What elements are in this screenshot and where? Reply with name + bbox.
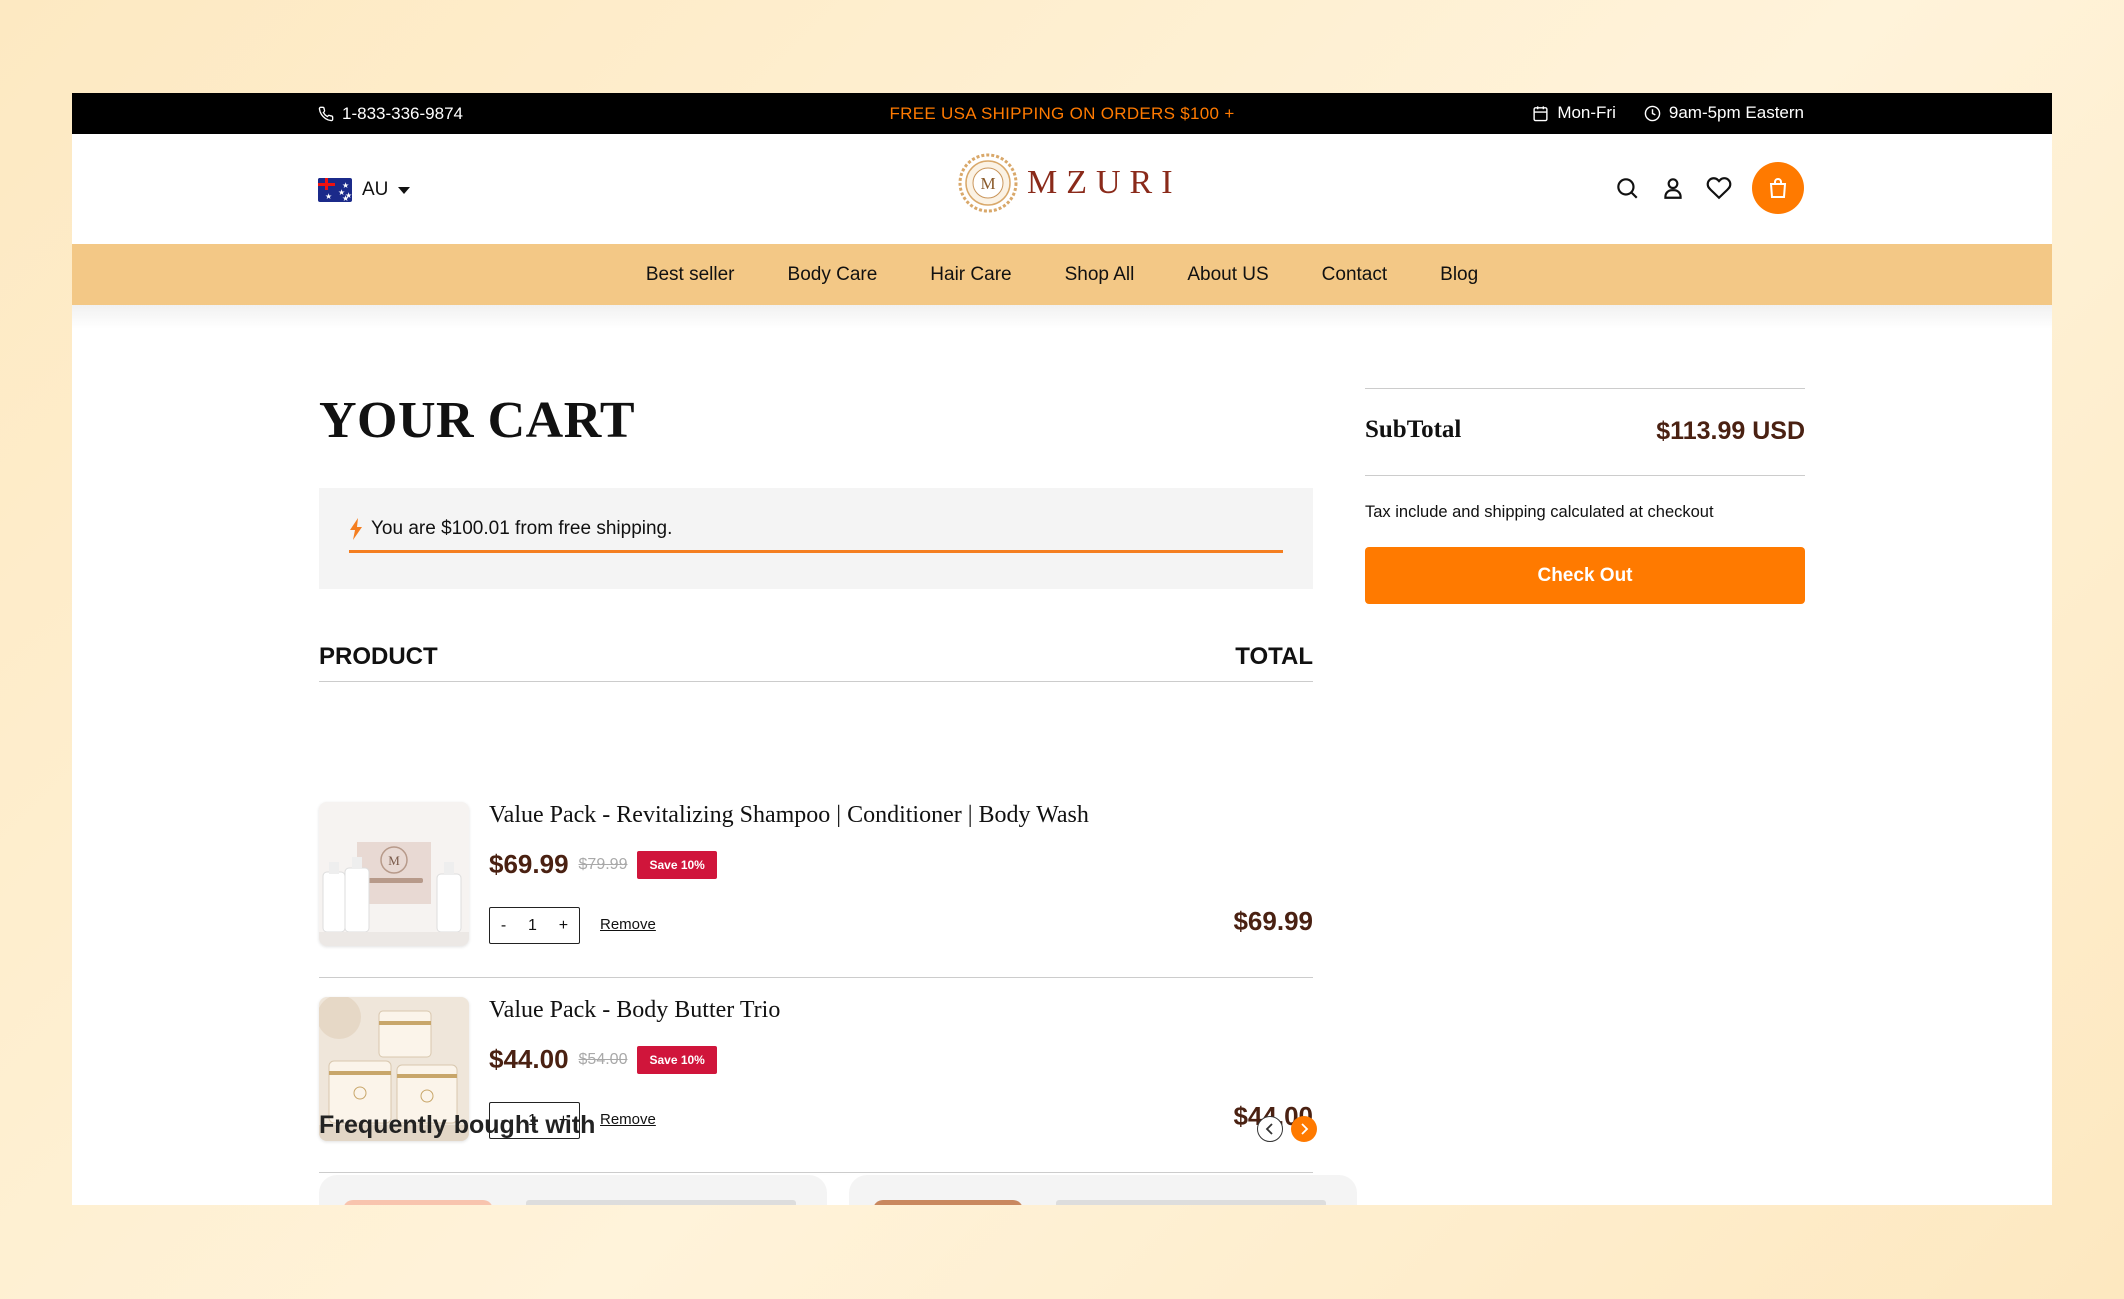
quantity-value[interactable]: 1 [528, 917, 537, 935]
svg-text:M: M [980, 174, 995, 193]
recommendation-card[interactable] [319, 1175, 827, 1205]
subtotal-label: SubTotal [1365, 416, 1462, 443]
subtotal-value: $113.99 USD [1656, 417, 1805, 445]
calendar-icon [1532, 105, 1549, 122]
carousel-next-button[interactable] [1291, 1116, 1317, 1142]
nav-best-seller[interactable]: Best seller [646, 264, 735, 286]
page-frame: 1-833-336-9874 FREE USA SHIPPING ON ORDE… [72, 93, 2052, 1205]
brand-logo[interactable]: M MZURI [957, 152, 1182, 214]
nav-shadow [72, 305, 2052, 329]
business-hours: Mon-Fri 9am-5pm Eastern [1532, 103, 1804, 123]
recommendation-image [343, 1200, 493, 1205]
carousel-controls [1257, 1116, 1317, 1142]
user-icon[interactable] [1660, 175, 1686, 201]
region-selector[interactable]: ★ ★ ★ ★ ★ AU [318, 178, 411, 202]
shipping-progress-bar [349, 550, 1283, 553]
increase-quantity-button[interactable]: + [559, 917, 568, 935]
chevron-left-icon [1264, 1123, 1276, 1135]
line-total: $69.99 [1233, 906, 1313, 936]
clock-icon [1644, 105, 1661, 122]
nav-about-us[interactable]: About US [1187, 264, 1268, 286]
nav-contact[interactable]: Contact [1322, 264, 1387, 286]
remove-item-link[interactable]: Remove [600, 1111, 656, 1128]
frequently-bought-title: Frequently bought with [319, 1111, 596, 1139]
subtotal-row: SubTotal $113.99 USD [1365, 389, 1805, 475]
page-title: YOUR CART [319, 392, 636, 449]
svg-text:M: M [388, 853, 400, 868]
nav-blog[interactable]: Blog [1440, 264, 1478, 286]
recommendation-title-placeholder [526, 1200, 796, 1205]
cart-item: M Value Pack - Revitalizing Shampoo | Co… [319, 783, 1313, 978]
sale-price: $69.99 [489, 849, 569, 879]
column-product: PRODUCT [319, 643, 438, 670]
region-code: AU [362, 179, 389, 200]
free-shipping-banner: You are $100.01 from free shipping. [319, 488, 1313, 589]
divider [1365, 475, 1805, 476]
logo-wordmark: MZURI [1027, 164, 1182, 201]
business-hours-text: 9am-5pm Eastern [1668, 103, 1804, 122]
discount-badge: Save 10% [637, 1045, 717, 1074]
site-header: ★ ★ ★ ★ ★ AU M MZURI [72, 134, 2052, 244]
decrease-quantity-button[interactable]: - [501, 917, 506, 935]
business-days: Mon-Fri [1557, 103, 1616, 122]
quantity-stepper: - 1 + [489, 907, 580, 944]
search-icon[interactable] [1614, 175, 1640, 201]
compare-price: $54.00 [578, 1050, 628, 1068]
main-nav: Best seller Body Care Hair Care Shop All… [72, 244, 2052, 305]
recommendation-card[interactable] [849, 1175, 1357, 1205]
carousel-prev-button[interactable] [1257, 1116, 1283, 1142]
logo-emblem: M [957, 152, 1019, 214]
product-name[interactable]: Value Pack - Revitalizing Shampoo | Cond… [489, 802, 1089, 829]
order-summary: SubTotal $113.99 USD Tax include and shi… [1365, 388, 1805, 604]
heart-icon[interactable] [1706, 175, 1732, 201]
price-line: $44.00 $54.00 Save 10% [489, 1044, 717, 1075]
recommendation-image [873, 1200, 1023, 1205]
free-shipping-message: You are $100.01 from free shipping. [371, 518, 673, 539]
sale-price: $44.00 [489, 1044, 569, 1074]
cart-button[interactable] [1752, 162, 1804, 214]
announcement-bar: 1-833-336-9874 FREE USA SHIPPING ON ORDE… [72, 93, 2052, 134]
shopping-bag-icon [1766, 176, 1790, 200]
nav-hair-care[interactable]: Hair Care [930, 264, 1011, 286]
nav-body-care[interactable]: Body Care [788, 264, 878, 286]
checkout-button[interactable]: Check Out [1365, 547, 1805, 604]
compare-price: $79.99 [578, 855, 628, 873]
remove-item-link[interactable]: Remove [600, 916, 656, 933]
column-total: TOTAL [1235, 643, 1313, 670]
nav-shop-all[interactable]: Shop All [1065, 264, 1135, 286]
caret-down-icon [398, 186, 411, 194]
price-line: $69.99 $79.99 Save 10% [489, 849, 717, 880]
australia-flag-icon: ★ ★ ★ ★ ★ [318, 178, 352, 202]
lightning-icon [349, 518, 363, 540]
discount-badge: Save 10% [637, 850, 717, 879]
chevron-right-icon [1298, 1123, 1310, 1135]
product-image[interactable]: M [319, 802, 469, 946]
tax-note: Tax include and shipping calculated at c… [1365, 503, 1714, 521]
recommendation-title-placeholder [1056, 1200, 1326, 1205]
cart-table-header: PRODUCT TOTAL [319, 643, 1313, 682]
cart-item: Value Pack - Body Butter Trio $44.00 $54… [319, 978, 1313, 1173]
header-actions [1614, 162, 1804, 214]
product-name[interactable]: Value Pack - Body Butter Trio [489, 997, 780, 1024]
